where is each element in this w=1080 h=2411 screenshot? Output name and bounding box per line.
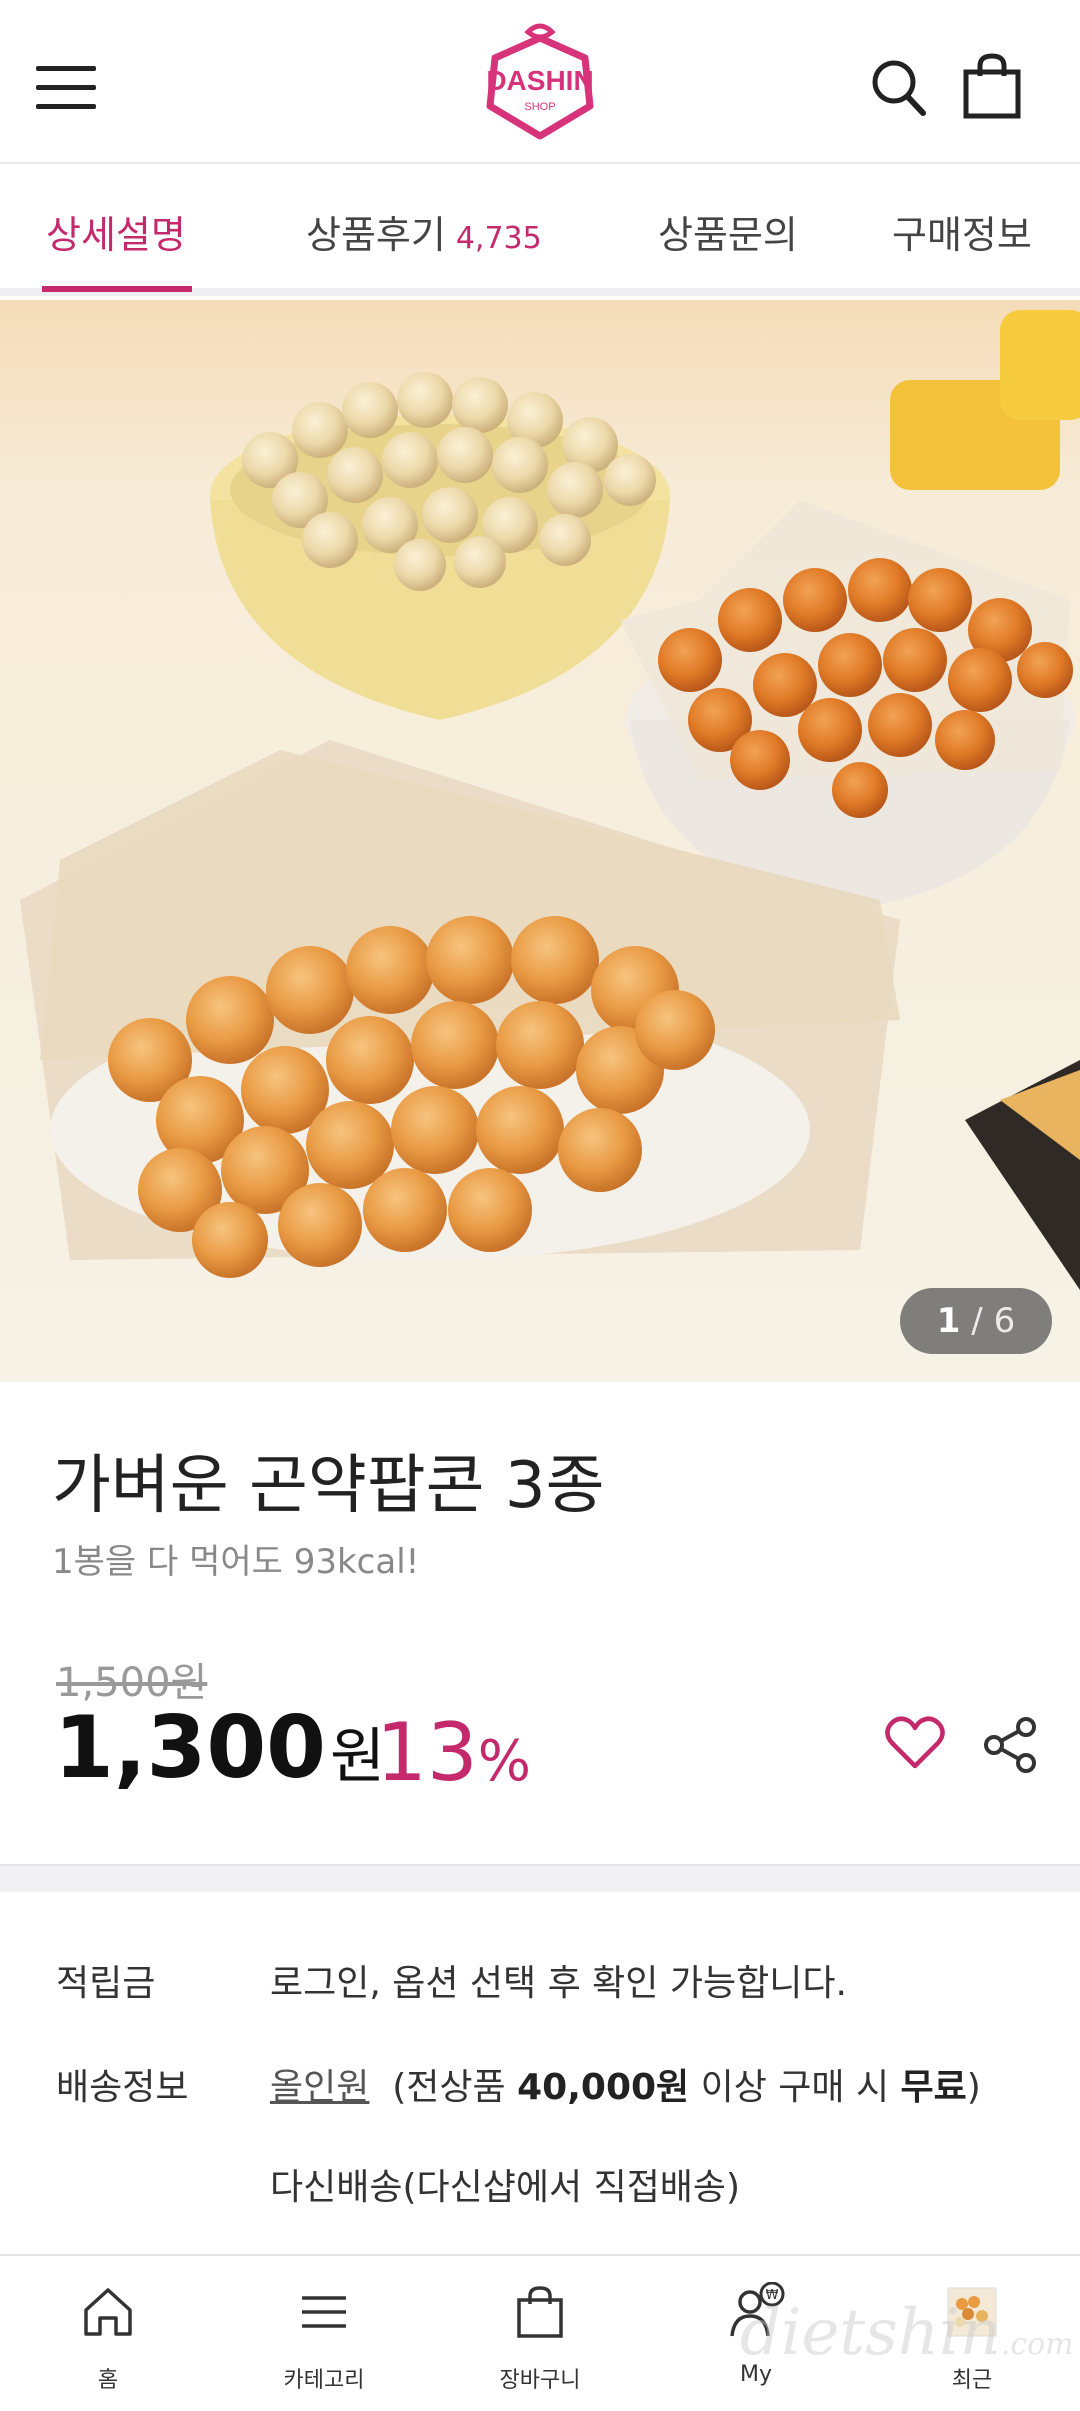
tab-purchase-info[interactable]: 구매정보 <box>892 204 1032 259</box>
tab-label: 상품후기 <box>306 213 446 257</box>
nav-cart[interactable]: 장바구니 <box>432 2256 648 2411</box>
wishlist-heart-icon[interactable] <box>884 1714 946 1772</box>
tab-detail-description[interactable]: 상세설명 <box>46 204 186 259</box>
tab-label: 상세설명 <box>46 213 186 257</box>
active-tab-indicator <box>42 286 192 292</box>
shopping-bag-icon[interactable] <box>962 52 1022 120</box>
svg-text:SHOP: SHOP <box>524 101 555 113</box>
review-count: 4,735 <box>455 221 542 256</box>
nav-category[interactable]: 카테고리 <box>216 2256 432 2411</box>
sale-price: 1,300원 <box>54 1698 386 1798</box>
tab-inquiry[interactable]: 상품문의 <box>658 204 798 259</box>
menu-icon <box>294 2282 354 2342</box>
product-title: 가벼운 곤약팝콘 3종 <box>52 1449 605 1523</box>
bag-icon <box>510 2282 570 2342</box>
section-divider <box>0 1864 1080 1892</box>
product-image-carousel[interactable]: 1 / 6 <box>0 300 1080 1382</box>
search-icon[interactable] <box>868 56 928 120</box>
dashin-shop-logo[interactable]: DASHIN SHOP <box>470 18 610 146</box>
share-icon[interactable] <box>982 1716 1038 1774</box>
product-subtitle: 1봉을 다 먹어도 93kcal! <box>52 1542 420 1582</box>
nav-label: 최근 <box>951 2368 993 2393</box>
shipping-method: 다신배송(다신샵에서 직접배송) <box>270 2167 741 2208</box>
tab-label: 구매정보 <box>892 213 1032 257</box>
tab-reviews[interactable]: 상품후기 4,735 <box>306 204 542 259</box>
product-tabs: 상세설명 상품후기 4,735 상품문의 구매정보 <box>0 164 1080 296</box>
hamburger-menu-icon[interactable] <box>36 66 96 110</box>
nav-label: 홈 <box>97 2368 119 2393</box>
app-header: DASHIN SHOP <box>0 0 1080 164</box>
user-won-icon: ₩ <box>726 2281 786 2342</box>
recent-thumbnail <box>942 2282 1002 2342</box>
nav-recent[interactable]: 최근 <box>864 2256 1080 2411</box>
points-label: 적립금 <box>56 1963 156 2004</box>
nav-label: 장바구니 <box>499 2368 581 2393</box>
nav-my[interactable]: ₩ My <box>648 2256 864 2411</box>
nav-home[interactable]: 홈 <box>0 2256 216 2411</box>
product-photo <box>0 300 1080 1382</box>
svg-text:₩: ₩ <box>766 2288 779 2303</box>
bottom-navigation: 홈 카테고리 장바구니 ₩ My 최근 <box>0 2254 1080 2411</box>
image-pager: 1 / 6 <box>900 1288 1052 1354</box>
svg-text:DASHIN: DASHIN <box>486 65 593 96</box>
discount-rate: 13% <box>376 1706 532 1799</box>
tab-label: 상품문의 <box>658 213 798 257</box>
points-value: 로그인, 옵션 선택 후 확인 가능합니다. <box>270 1963 847 2004</box>
home-icon <box>78 2282 138 2342</box>
nav-label: My <box>739 2362 772 2387</box>
shipping-info: 올인원 (전상품 40,000원 이상 구매 시 무료) <box>270 2067 981 2108</box>
nav-label: 카테고리 <box>283 2368 365 2393</box>
shipping-allinone-link[interactable]: 올인원 <box>270 2067 369 2108</box>
shipping-label: 배송정보 <box>56 2067 189 2108</box>
